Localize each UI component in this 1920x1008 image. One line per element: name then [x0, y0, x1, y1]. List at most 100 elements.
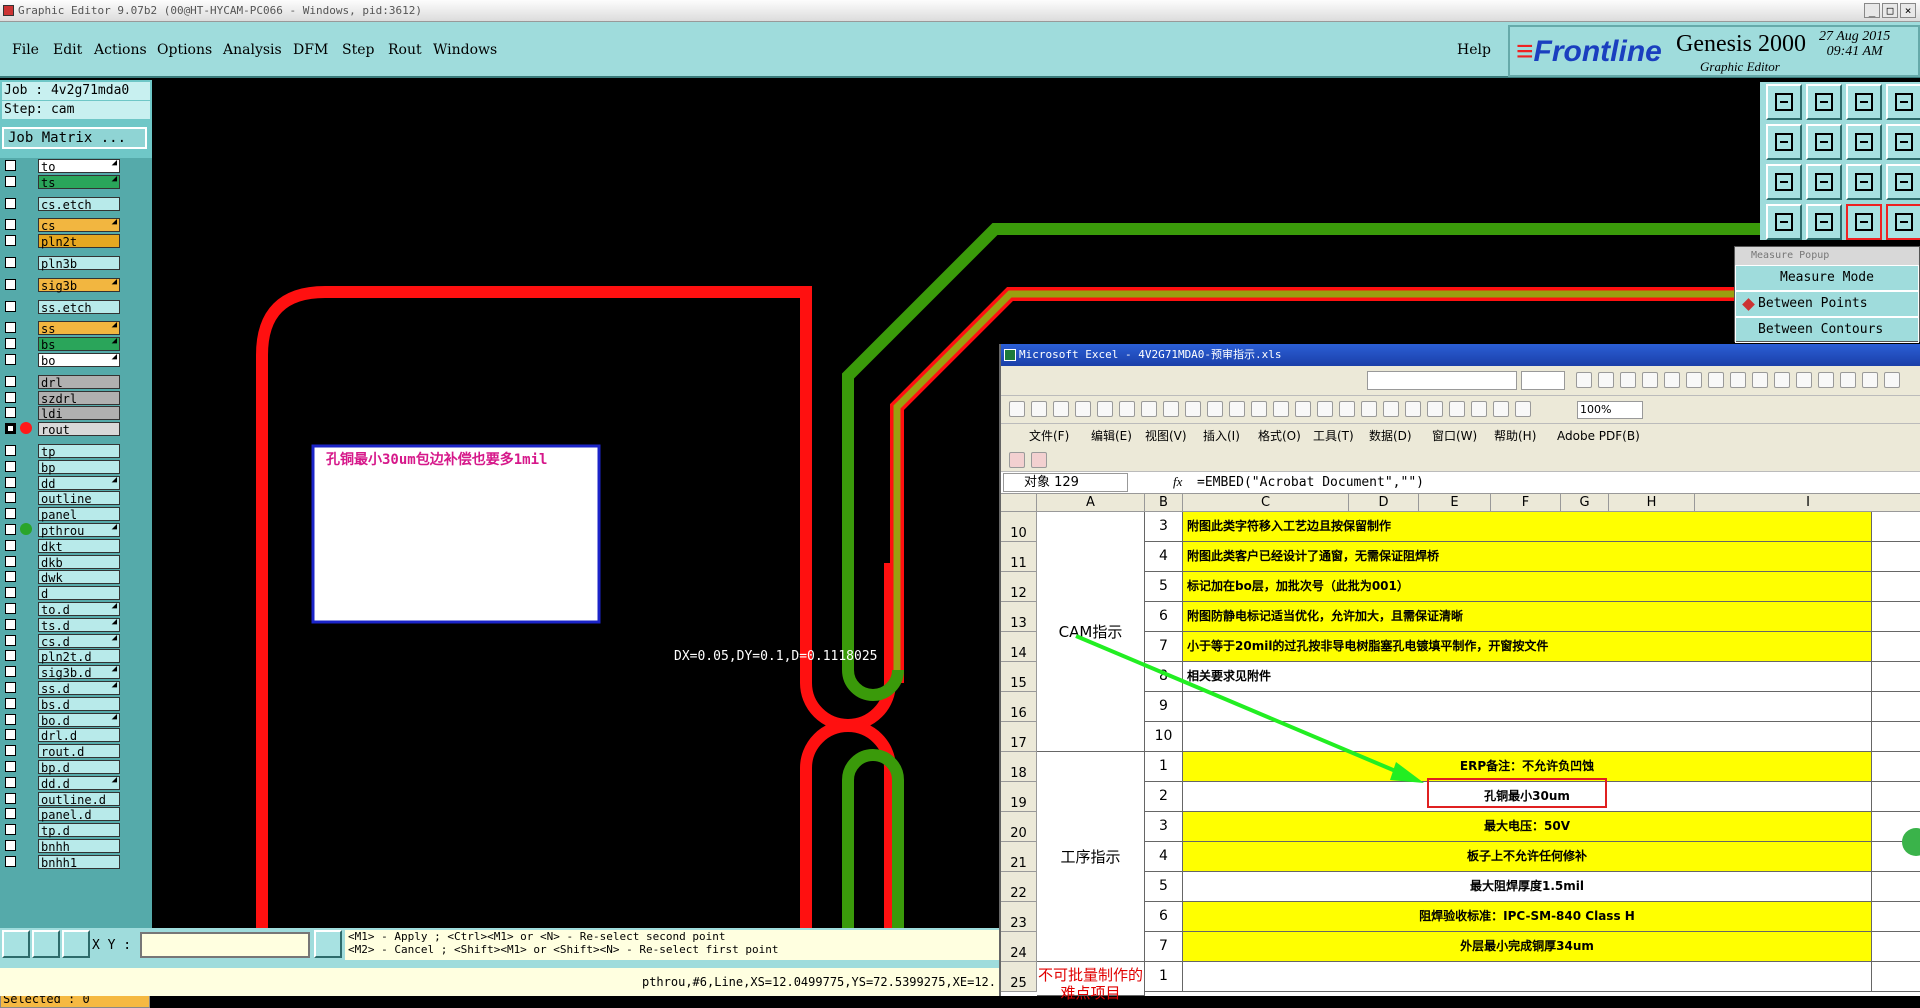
toolbar-button-icon[interactable] — [1053, 401, 1069, 417]
layer-row-cs-etch[interactable]: cs.etch — [2, 196, 120, 212]
layer-row-ss-etch[interactable]: ss.etch — [2, 299, 120, 315]
toolbar-button-icon[interactable] — [1119, 401, 1135, 417]
layer-checkbox[interactable] — [5, 300, 16, 312]
extra-cell[interactable] — [1872, 962, 1920, 992]
extra-cell[interactable] — [1872, 842, 1920, 872]
layer-name[interactable]: bnhh — [38, 839, 120, 854]
item-number-cell[interactable]: 4 — [1145, 842, 1183, 872]
layer-row-outline[interactable]: outline — [2, 490, 120, 506]
format-button-icon[interactable] — [1686, 372, 1702, 388]
format-button-icon[interactable] — [1862, 372, 1878, 388]
instruction-cell[interactable]: 阻焊验收标准：IPC-SM-840 Class H — [1183, 902, 1872, 932]
layer-checkbox[interactable] — [5, 682, 16, 693]
layer-row-ss[interactable]: ss ◢ — [2, 320, 120, 336]
layer-checkbox[interactable] — [5, 650, 16, 662]
layer-name[interactable]: dwk — [38, 570, 120, 585]
excel-menu-item[interactable]: 格式(O) — [1258, 424, 1301, 448]
layer-name[interactable]: sig3b.d — [38, 665, 120, 680]
layer-name[interactable]: panel.d — [38, 807, 120, 822]
layer-checkbox[interactable] — [5, 391, 16, 403]
layer-name[interactable]: d — [38, 586, 120, 601]
item-number-cell[interactable]: 4 — [1145, 542, 1183, 572]
row-header[interactable]: 17 — [1001, 722, 1037, 752]
excel-menu-item[interactable]: Adobe PDF(B) — [1557, 424, 1640, 448]
layer-name[interactable]: bnhh1 — [38, 854, 120, 870]
toolbar-button-icon[interactable] — [1405, 401, 1421, 417]
instruction-cell[interactable] — [1183, 692, 1872, 722]
name-box[interactable]: 对象 129 — [1003, 473, 1128, 492]
layer-row-to-d[interactable]: to.d ◢ — [2, 601, 120, 617]
maximize-button[interactable]: □ — [1882, 3, 1898, 18]
layer-name[interactable]: ldi — [38, 406, 120, 421]
layer-name[interactable]: szdrl — [38, 390, 120, 406]
toolbar-button-icon[interactable] — [1097, 401, 1113, 417]
layer-checkbox[interactable] — [5, 634, 16, 646]
column-header[interactable]: B — [1145, 494, 1183, 512]
instruction-cell[interactable]: 外层最小完成铜厚34um — [1183, 932, 1872, 962]
layer-row-dd[interactable]: dd ◢ — [2, 475, 120, 491]
layer-checkbox[interactable] — [5, 423, 16, 435]
layer-row-bo[interactable]: bo ◢ — [2, 352, 120, 368]
layer-row-sig3b-d[interactable]: sig3b.d ◢ — [2, 664, 120, 680]
stack-icon[interactable] — [1886, 124, 1920, 160]
zoom-fit-icon[interactable] — [1766, 164, 1802, 200]
column-header[interactable]: E — [1419, 494, 1491, 512]
layer-row-dwk[interactable]: dwk — [2, 569, 120, 585]
layer-checkbox[interactable] — [5, 278, 16, 290]
item-number-cell[interactable]: 1 — [1145, 752, 1183, 782]
layer-row-to[interactable]: to ◢ — [2, 158, 120, 174]
format-button-icon[interactable] — [1840, 372, 1856, 388]
extra-cell[interactable] — [1872, 752, 1920, 782]
move-up-icon[interactable] — [1766, 84, 1802, 120]
layer-name[interactable]: pln2t.d — [38, 649, 120, 664]
toolbar-button-icon[interactable] — [1207, 401, 1223, 417]
row-header[interactable]: 23 — [1001, 902, 1037, 932]
excel-menu-item[interactable]: 帮助(H) — [1494, 424, 1536, 448]
window-title-bar[interactable]: Graphic Editor 9.07b2 (00@HT-HYCAM-PC066… — [0, 0, 1920, 22]
layer-checkbox[interactable] — [5, 618, 16, 630]
layer-row-dkb[interactable]: dkb — [2, 554, 120, 570]
help-icon[interactable] — [1886, 164, 1920, 200]
menu-options[interactable]: Options — [157, 42, 212, 58]
layer-name[interactable]: ss — [38, 321, 120, 336]
layer-checkbox[interactable] — [5, 219, 16, 231]
layer-name[interactable]: ss.d — [38, 681, 120, 696]
excel-menu-item[interactable]: 工具(T) — [1313, 424, 1354, 448]
extra-cell[interactable] — [1872, 872, 1920, 902]
home-icon[interactable] — [1846, 84, 1882, 120]
toolbar-button-icon[interactable] — [1075, 401, 1091, 417]
excel-menu-item[interactable]: 文件(F) — [1029, 424, 1069, 448]
instruction-cell[interactable]: 最大电压：50V — [1183, 812, 1872, 842]
item-number-cell[interactable]: 1 — [1145, 962, 1183, 992]
font-combo[interactable] — [1367, 371, 1517, 390]
layer-checkbox[interactable] — [5, 407, 16, 419]
layer-name[interactable]: to — [38, 159, 120, 174]
layer-row-drl[interactable]: drl — [2, 374, 120, 390]
toolbar-button-icon[interactable] — [1141, 401, 1157, 417]
between-points-option[interactable]: Between Points — [1735, 291, 1919, 317]
format-button-icon[interactable] — [1642, 372, 1658, 388]
layer-checkbox[interactable] — [5, 524, 16, 535]
layer-row-bs-d[interactable]: bs.d — [2, 696, 120, 712]
row-header[interactable]: 15 — [1001, 662, 1037, 692]
layer-name[interactable]: dkb — [38, 554, 120, 570]
layer-name[interactable]: bo.d — [38, 712, 120, 728]
format-button-icon[interactable] — [1774, 372, 1790, 388]
layer-checkbox[interactable] — [5, 776, 16, 788]
format-button-icon[interactable] — [1598, 372, 1614, 388]
extra-cell[interactable] — [1872, 902, 1920, 932]
instruction-cell[interactable]: 小于等于20mil的过孔按非导电树脂塞孔电镀填平制作，开窗按文件 — [1183, 632, 1872, 662]
layer-checkbox[interactable] — [5, 375, 16, 387]
toolbar-button-icon[interactable] — [1163, 401, 1179, 417]
loop-icon[interactable] — [1846, 124, 1882, 160]
window-icon[interactable] — [1886, 84, 1920, 120]
row-header[interactable]: 20 — [1001, 812, 1037, 842]
excel-menu-item[interactable]: 插入(I) — [1203, 424, 1240, 448]
layer-row-drl-d[interactable]: drl.d — [2, 727, 120, 743]
fx-icon[interactable]: fx — [1173, 474, 1182, 490]
layer-checkbox[interactable] — [5, 175, 16, 187]
layer-row-cs[interactable]: cs ◢ — [2, 217, 120, 233]
select-all-corner[interactable] — [1001, 494, 1037, 512]
row-header[interactable]: 18 — [1001, 752, 1037, 782]
format-button-icon[interactable] — [1664, 372, 1680, 388]
